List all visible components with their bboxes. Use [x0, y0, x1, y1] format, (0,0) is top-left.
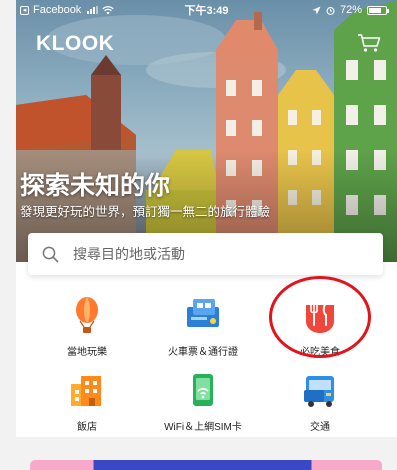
hotel-icon: [71, 376, 101, 406]
train-ticket-icon: [187, 299, 219, 327]
category-label: WiFi＆上網SIM卡: [164, 422, 242, 433]
battery-icon: [367, 5, 389, 15]
category-label: 必吃美食: [300, 347, 340, 358]
category-wifi-sim[interactable]: WiFi＆上網SIM卡: [148, 370, 258, 433]
category-local-activities[interactable]: 當地玩樂: [32, 295, 142, 358]
category-label: 火車票＆通行證: [168, 347, 238, 358]
category-hotel[interactable]: 飯店: [32, 370, 142, 433]
category-train-pass[interactable]: 火車票＆通行證: [148, 295, 258, 358]
promo-banner[interactable]: [30, 460, 382, 470]
category-label: 當地玩樂: [67, 347, 107, 358]
wifi-sim-icon: [193, 374, 213, 406]
search-icon: [42, 246, 59, 262]
hero-subtitle: 發現更好玩的世界，預訂獨一無二的旅行體驗: [20, 205, 271, 219]
search-box[interactable]: [28, 233, 383, 275]
category-label: 交通: [310, 422, 330, 433]
category-label: 飯店: [77, 422, 97, 433]
hero-title: 探索未知的你: [20, 172, 171, 200]
klook-logo[interactable]: KLOOK: [36, 32, 114, 56]
food-utensils-icon: [306, 302, 334, 333]
status-time: 下午3:49: [184, 5, 229, 17]
search-input[interactable]: [73, 246, 353, 262]
category-must-eat-food[interactable]: 必吃美食: [265, 295, 375, 358]
transport-bus-icon: [304, 376, 334, 407]
shopping-cart-icon[interactable]: [357, 33, 381, 53]
hot-air-balloon-icon: [76, 297, 98, 333]
status-bar: ◂ Facebook 下午3:49 72%: [16, 0, 397, 20]
category-transport[interactable]: 交通: [265, 370, 375, 433]
